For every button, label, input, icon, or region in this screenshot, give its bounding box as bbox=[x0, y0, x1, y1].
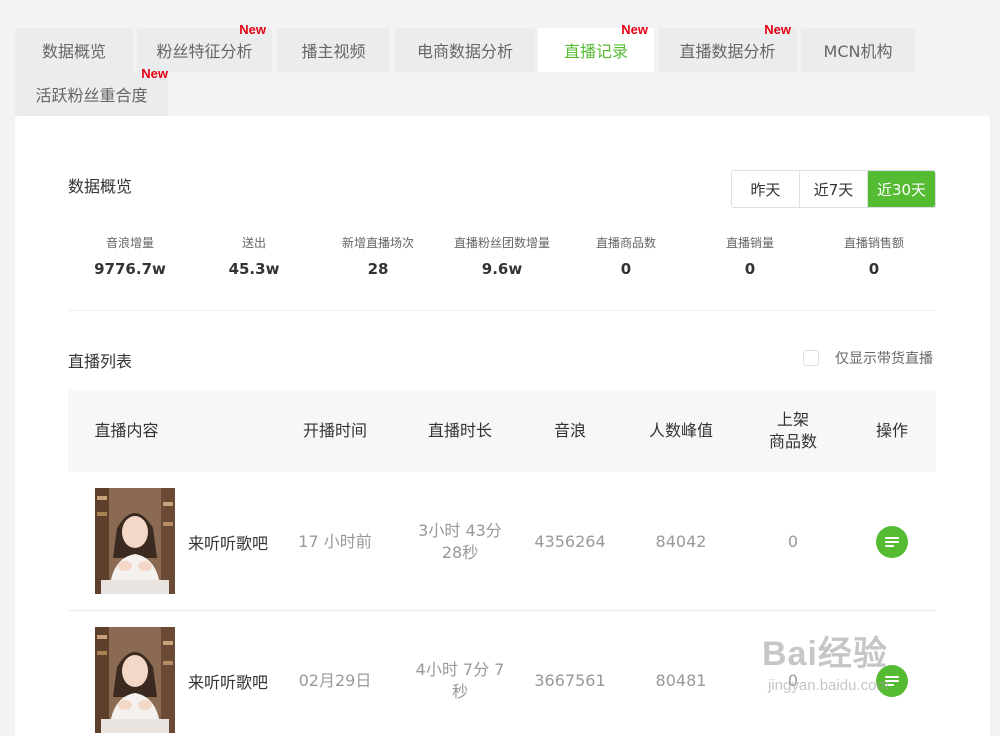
table-header: 直播内容 开播时间 直播时长 音浪 人数峰值 上架 商品数 操作 bbox=[68, 390, 936, 472]
new-badge: New bbox=[764, 22, 791, 37]
live-list-title: 直播列表 bbox=[68, 352, 133, 371]
live-title[interactable]: 来听听歌吧 bbox=[188, 472, 268, 611]
stat-value: 0 bbox=[620, 260, 632, 278]
list-icon bbox=[885, 536, 899, 547]
tab-mcn[interactable]: MCN机构 bbox=[801, 28, 915, 72]
actions-cell bbox=[852, 472, 932, 611]
live-goods-count: 0 bbox=[787, 531, 799, 551]
tab-bar: 数据概览 粉丝特征分析 New 播主视频 电商数据分析 直播记录 New 直播数… bbox=[15, 22, 990, 116]
range-7days-button[interactable]: 近7天 bbox=[800, 171, 868, 207]
stat-label: 音浪增量 bbox=[105, 236, 154, 250]
tab-label: 直播记录 bbox=[563, 42, 628, 61]
tab-live-records[interactable]: 直播记录 New bbox=[538, 22, 654, 72]
detail-list-button[interactable] bbox=[876, 664, 908, 697]
content-panel: 数据概览 昨天 近7天 近30天 音浪增量 9776.7w 送出 45.3w 新… bbox=[15, 116, 990, 736]
stat-yinlang-increase: 音浪增量 9776.7w bbox=[68, 234, 192, 278]
stat-value: 0 bbox=[744, 260, 756, 278]
tab-label: MCN机构 bbox=[823, 42, 893, 61]
goods-only-filter[interactable]: 仅显示带货直播 bbox=[803, 348, 933, 368]
tab-ecommerce-analysis[interactable]: 电商数据分析 bbox=[395, 28, 535, 72]
section-divider bbox=[68, 310, 936, 311]
new-badge: New bbox=[621, 22, 648, 37]
range-30days-button[interactable]: 近30天 bbox=[868, 171, 935, 207]
tab-label: 活跃粉丝重合度 bbox=[35, 86, 148, 105]
live-duration: 3小时 43分 28秒 bbox=[418, 520, 502, 562]
table-row: 来听听歌吧 02月29日 4小时 7分 7 秒 3667561 80481 0 bbox=[68, 611, 936, 736]
stat-label: 新增直播场次 bbox=[341, 236, 414, 250]
actions-cell bbox=[852, 611, 932, 736]
stat-new-live-sessions: 新增直播场次 28 bbox=[316, 234, 440, 278]
col-actions: 操作 bbox=[875, 421, 908, 440]
live-cover-image[interactable] bbox=[95, 627, 175, 733]
col-goods-count: 上架 商品数 bbox=[768, 410, 817, 451]
tab-label: 数据概览 bbox=[41, 42, 106, 61]
overview-stats: 音浪增量 9776.7w 送出 45.3w 新增直播场次 28 直播粉丝团数增量… bbox=[68, 234, 936, 284]
stat-live-goods-count: 直播商品数 0 bbox=[564, 234, 688, 278]
stat-fan-club-increase: 直播粉丝团数增量 9.6w bbox=[440, 234, 564, 278]
stat-value: 0 bbox=[868, 260, 880, 278]
stat-label: 直播商品数 bbox=[595, 236, 656, 250]
stat-value: 28 bbox=[367, 260, 389, 278]
stat-value: 9.6w bbox=[481, 260, 523, 278]
detail-list-button[interactable] bbox=[876, 525, 908, 558]
live-table: 直播内容 开播时间 直播时长 音浪 人数峰值 上架 商品数 操作 来听听歌吧 1… bbox=[68, 390, 936, 736]
new-badge: New bbox=[141, 66, 168, 81]
tab-label: 播主视频 bbox=[301, 42, 366, 61]
stat-value: 45.3w bbox=[228, 260, 280, 278]
live-start-time: 17 小时前 bbox=[298, 531, 372, 551]
stat-sent: 送出 45.3w bbox=[192, 234, 316, 278]
range-yesterday-button[interactable]: 昨天 bbox=[732, 171, 800, 207]
live-title[interactable]: 来听听歌吧 bbox=[188, 611, 268, 736]
goods-only-checkbox[interactable] bbox=[803, 350, 819, 366]
stat-value: 9776.7w bbox=[94, 260, 166, 278]
col-content: 直播内容 bbox=[94, 421, 159, 440]
live-yinlang: 4356264 bbox=[534, 531, 606, 551]
tab-data-overview[interactable]: 数据概览 bbox=[15, 28, 133, 72]
tab-fan-overlap[interactable]: 活跃粉丝重合度 New bbox=[15, 66, 168, 116]
new-badge: New bbox=[239, 22, 266, 37]
col-peak-viewers: 人数峰值 bbox=[648, 421, 713, 440]
goods-only-label: 仅显示带货直播 bbox=[835, 351, 933, 367]
stat-label: 直播销售额 bbox=[843, 236, 904, 250]
tab-label: 电商数据分析 bbox=[416, 42, 513, 61]
live-yinlang: 3667561 bbox=[534, 670, 606, 690]
tab-streamer-videos[interactable]: 播主视频 bbox=[277, 28, 390, 72]
stat-label: 直播粉丝团数增量 bbox=[453, 236, 550, 250]
tab-live-analysis[interactable]: 直播数据分析 New bbox=[658, 22, 797, 72]
date-range-selector: 昨天 近7天 近30天 bbox=[731, 170, 936, 208]
stat-label: 直播销量 bbox=[725, 236, 774, 250]
table-row: 来听听歌吧 17 小时前 3小时 43分 28秒 4356264 84042 0 bbox=[68, 472, 936, 611]
live-peak-viewers: 80481 bbox=[655, 670, 707, 690]
live-peak-viewers: 84042 bbox=[655, 531, 707, 551]
list-icon bbox=[885, 675, 899, 686]
stat-live-revenue: 直播销售额 0 bbox=[812, 234, 936, 278]
overview-title: 数据概览 bbox=[68, 177, 133, 196]
live-duration: 4小时 7分 7 秒 bbox=[415, 659, 505, 701]
stat-label: 送出 bbox=[241, 236, 266, 250]
stat-live-sales: 直播销量 0 bbox=[688, 234, 812, 278]
tab-label: 粉丝特征分析 bbox=[156, 42, 253, 61]
tab-label: 直播数据分析 bbox=[679, 42, 776, 61]
col-duration: 直播时长 bbox=[427, 421, 492, 440]
live-start-time: 02月29日 bbox=[298, 670, 372, 690]
col-yinlang: 音浪 bbox=[553, 421, 586, 440]
live-goods-count: 0 bbox=[787, 670, 799, 690]
col-start-time: 开播时间 bbox=[302, 421, 367, 440]
live-cover-image[interactable] bbox=[95, 488, 175, 594]
